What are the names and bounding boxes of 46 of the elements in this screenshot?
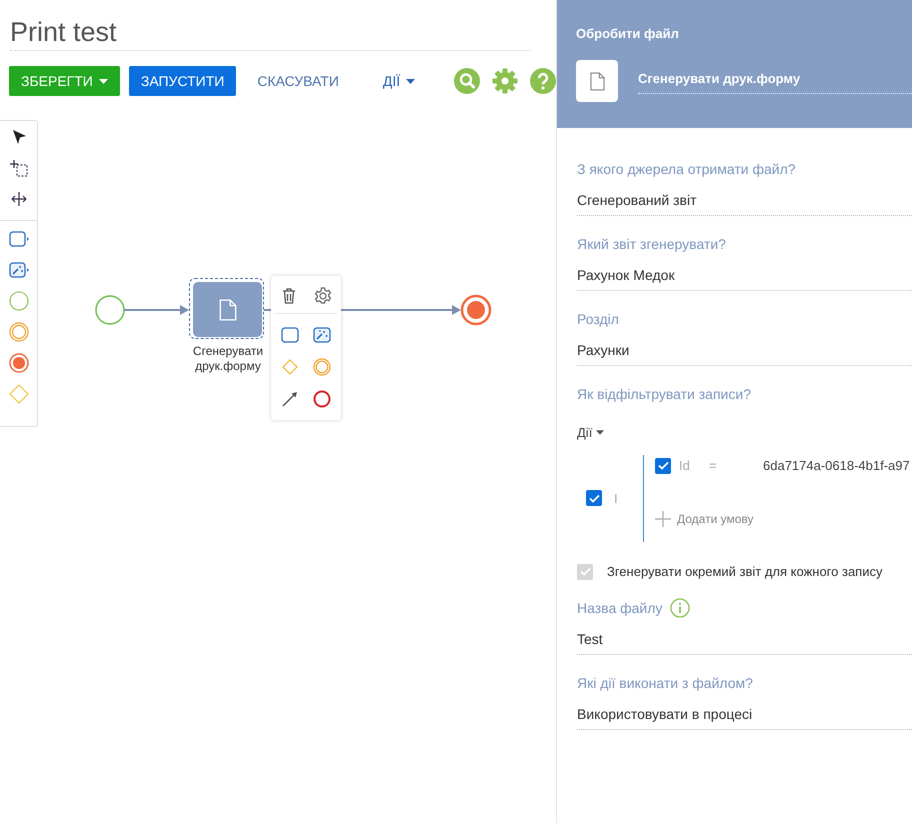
save-button[interactable]: ЗБЕРЕГТИ bbox=[9, 66, 120, 96]
end-event bbox=[460, 294, 492, 326]
add-condition-link[interactable]: Додати умову bbox=[677, 512, 754, 526]
actions-menu[interactable]: ДІЇ bbox=[370, 66, 428, 96]
start-event bbox=[95, 295, 125, 325]
cancel-button[interactable]: СКАСУВАТИ bbox=[245, 66, 351, 96]
script-task-icon[interactable] bbox=[312, 325, 332, 345]
start-event-icon[interactable] bbox=[8, 291, 28, 311]
condition-value[interactable]: 6da7174a-0618-4b1f-a97 bbox=[763, 458, 910, 473]
script-task-icon[interactable] bbox=[8, 260, 28, 280]
move-icon[interactable] bbox=[8, 189, 28, 209]
run-button[interactable]: ЗАПУСТИТИ bbox=[128, 66, 236, 96]
document-icon bbox=[218, 298, 236, 320]
checkmark-icon bbox=[580, 567, 590, 576]
field-value[interactable]: Сгенерований звіт bbox=[577, 191, 912, 216]
checkbox-label: Згенерувати окремий звіт для кожного запису bbox=[607, 564, 882, 579]
panel-title: Обробити файл bbox=[576, 26, 680, 41]
task-label: Сгенерувати друк.форму bbox=[192, 344, 264, 374]
field-value[interactable]: Рахунок Медок bbox=[577, 266, 912, 291]
document-icon bbox=[590, 72, 604, 90]
end-event-icon[interactable] bbox=[8, 353, 28, 373]
field-label: Як відфільтрувати записи? bbox=[577, 385, 751, 403]
group-checkbox[interactable] bbox=[586, 490, 602, 506]
field-value[interactable]: Використовувати в процесі bbox=[577, 704, 912, 730]
settings-icon[interactable] bbox=[313, 286, 333, 306]
field-label: Який звіт згенерувати? bbox=[577, 235, 726, 253]
marquee-select-icon[interactable] bbox=[8, 158, 28, 178]
caret-icon bbox=[406, 78, 416, 84]
condition-checkbox[interactable] bbox=[655, 458, 671, 474]
caret-icon bbox=[98, 78, 108, 84]
checkmark-icon bbox=[658, 461, 668, 470]
field-label: Розділ bbox=[577, 310, 619, 328]
field-label: Які дії виконати з файлом? bbox=[577, 674, 753, 692]
field-label: З якого джерела отримати файл? bbox=[577, 160, 796, 178]
connector-arrow bbox=[124, 305, 189, 315]
task-shape-icon[interactable] bbox=[280, 325, 300, 345]
connector-icon[interactable] bbox=[280, 389, 300, 409]
caret-icon bbox=[596, 430, 604, 434]
page-title[interactable]: Print test bbox=[10, 14, 530, 51]
field-value[interactable]: Рахунки bbox=[577, 341, 912, 366]
filter-actions-menu[interactable]: Дії bbox=[577, 423, 604, 441]
field-label: Назва файлу bbox=[577, 598, 662, 616]
end-event-icon[interactable] bbox=[312, 389, 332, 409]
checkmark-icon bbox=[588, 494, 600, 502]
task-shape-icon[interactable] bbox=[8, 229, 28, 249]
field-value[interactable]: Test bbox=[577, 630, 912, 654]
